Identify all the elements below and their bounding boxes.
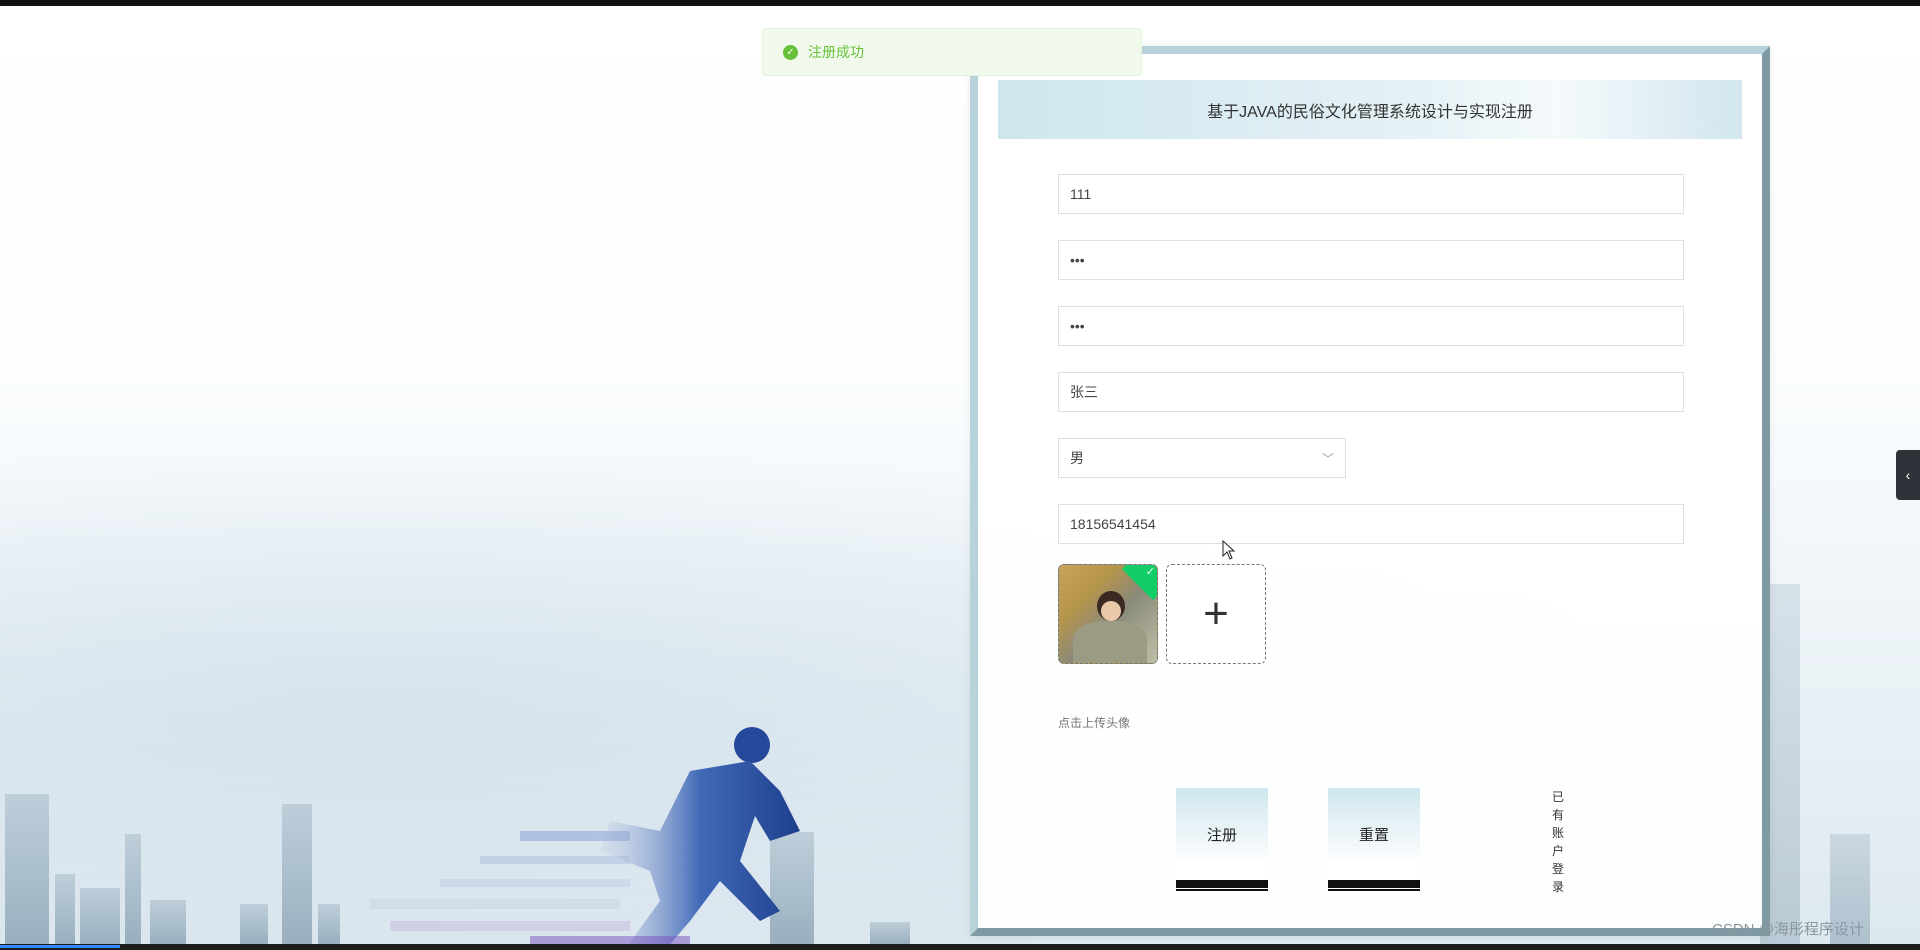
gender-select-value: 男 [1070, 450, 1084, 466]
reset-button[interactable]: 重置 [1328, 788, 1420, 891]
bottom-bar [0, 944, 1920, 950]
password-input[interactable]: ••• [1058, 240, 1684, 280]
success-toast: ✓ 注册成功 [762, 28, 1142, 76]
avatar-upload-hint: 点击上传头像 [1058, 716, 1131, 730]
check-circle-icon: ✓ [783, 44, 798, 60]
register-button[interactable]: 注册 [1176, 788, 1268, 891]
avatar-photo-body [1073, 621, 1147, 663]
building [870, 922, 910, 944]
building [318, 904, 340, 944]
watermark: CSDN @海彤程序设计 [1712, 921, 1864, 938]
chevron-down-icon: ﹀ [1321, 451, 1334, 466]
avatar-thumbnail[interactable]: ✓ [1058, 564, 1158, 664]
mouse-cursor-icon [1222, 540, 1236, 560]
login-link[interactable]: 已有账户登录 [1548, 788, 1568, 896]
form-title: 基于JAVA的民俗文化管理系统设计与实现注册 [998, 80, 1742, 139]
building [5, 794, 49, 944]
building [55, 874, 75, 944]
building [282, 804, 312, 944]
confirm-password-input[interactable]: ••• [1058, 306, 1684, 346]
side-panel-toggle[interactable]: ‹ [1896, 450, 1920, 500]
chevron-left-icon: ‹ [1905, 467, 1911, 483]
phone-input[interactable]: 18156541454 [1058, 504, 1684, 544]
check-icon: ✓ [1145, 566, 1155, 578]
plus-icon: + [1203, 589, 1229, 638]
building [80, 888, 120, 944]
username-input[interactable]: 111 [1058, 174, 1684, 214]
toast-message: 注册成功 [808, 44, 864, 60]
avatar-photo-face [1101, 601, 1121, 621]
building [125, 834, 141, 944]
register-form-panel: 基于JAVA的民俗文化管理系统设计与实现注册 111 ••• ••• 张三 男 … [970, 46, 1770, 936]
loading-progress [0, 945, 120, 948]
avatar-upload-button[interactable]: + [1166, 564, 1266, 664]
gender-select[interactable]: 男 ﹀ [1058, 438, 1346, 478]
name-input[interactable]: 张三 [1058, 372, 1684, 412]
runner-graphic [370, 727, 800, 944]
building [240, 904, 268, 944]
building [150, 900, 186, 944]
